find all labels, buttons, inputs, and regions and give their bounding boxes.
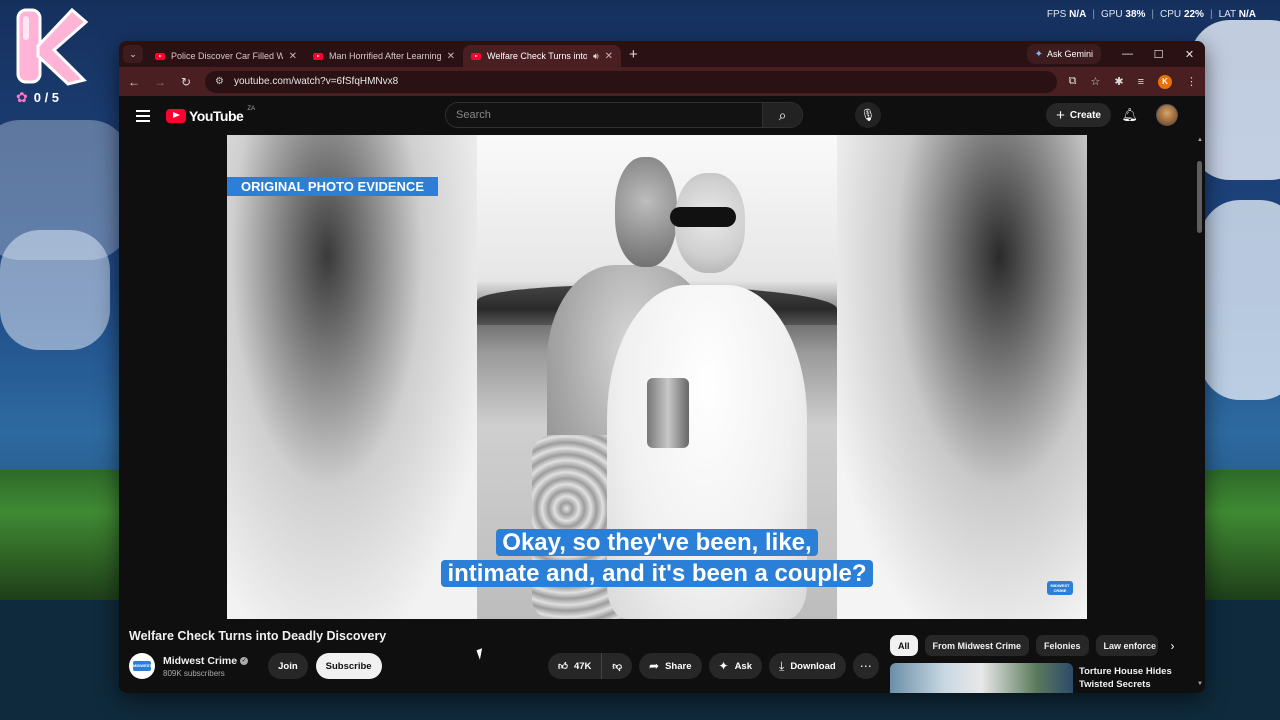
recommended-thumbnail[interactable] bbox=[890, 663, 1073, 693]
window-controls: — ☐ ✕ bbox=[1112, 41, 1205, 67]
share-arrow-icon: ➦ bbox=[649, 659, 660, 673]
close-tab-icon[interactable]: ✕ bbox=[605, 51, 613, 62]
more-actions-icon[interactable]: ⋯ bbox=[852, 653, 879, 679]
account-avatar[interactable] bbox=[1156, 104, 1178, 126]
chevron-right-icon[interactable]: › bbox=[1171, 639, 1175, 653]
verified-check-icon: ✓ bbox=[240, 656, 249, 665]
tab-search-button[interactable]: ⌄ bbox=[123, 45, 143, 63]
chip-felonies[interactable]: Felonies bbox=[1036, 635, 1089, 656]
scroll-down-icon[interactable]: ▼ bbox=[1197, 681, 1203, 687]
close-tab-icon[interactable]: ✕ bbox=[289, 51, 297, 62]
youtube-play-icon bbox=[166, 108, 186, 123]
speaker-icon[interactable]: 🔊︎ bbox=[593, 51, 599, 62]
k-widget-logo[interactable] bbox=[14, 6, 90, 86]
browser-window: ⌄ Police Discover Car Filled With ✕ Man … bbox=[119, 41, 1205, 693]
address-bar-row: ← → ↻ ⚙ youtube.com/watch?v=6fSfqHMNvx8 … bbox=[119, 67, 1205, 96]
download-icon: ⤓ bbox=[779, 658, 785, 673]
recommended-video[interactable]: Torture House Hides Twisted Secrets bbox=[890, 663, 1179, 693]
youtube-favicon-icon bbox=[471, 52, 481, 60]
scroll-up-icon[interactable]: ▲ bbox=[1197, 137, 1203, 143]
caption-line-1: Okay, so they've been, like, bbox=[496, 529, 818, 556]
video-player[interactable]: ORIGINAL PHOTO EVIDENCE Okay, so they've… bbox=[227, 135, 1087, 619]
share-button[interactable]: ➦ Share bbox=[639, 653, 702, 679]
create-button[interactable]: + Create bbox=[1046, 103, 1111, 127]
score-value: 0 / 5 bbox=[33, 90, 60, 105]
tab-police-discover[interactable]: Police Discover Car Filled With ✕ bbox=[147, 45, 305, 67]
thumbs-up-icon: 👍︎ bbox=[558, 661, 568, 672]
chip-all[interactable]: All bbox=[890, 635, 918, 656]
video-actions: 👍︎ 47K 👎︎ ➦ Share ✦ Ask ⤓ Download ⋯ bbox=[548, 653, 879, 679]
tab-strip: ⌄ Police Discover Car Filled With ✕ Man … bbox=[119, 41, 1205, 67]
like-button[interactable]: 👍︎ 47K bbox=[548, 653, 601, 679]
tab-man-horrified[interactable]: Man Horrified After Learning G ✕ bbox=[305, 45, 463, 67]
score-counter: ✿ 0 / 5 bbox=[16, 89, 59, 106]
bookmark-star-icon[interactable]: ☆ bbox=[1090, 75, 1100, 88]
join-button[interactable]: Join bbox=[268, 653, 308, 679]
chip-from-channel[interactable]: From Midwest Crime bbox=[924, 635, 1030, 656]
star-icon: ✿ bbox=[16, 89, 28, 105]
performance-hud: FPS N/A | GPU 38% | CPU 22% | LAT N/A bbox=[1046, 9, 1256, 20]
new-tab-button[interactable]: + bbox=[629, 46, 638, 63]
site-info-icon[interactable]: ⚙ bbox=[215, 76, 224, 87]
youtube-favicon-icon bbox=[155, 52, 165, 60]
tab-welfare-check[interactable]: Welfare Check Turns into D 🔊︎ ✕ bbox=[463, 45, 621, 67]
channel-name[interactable]: Midwest Crime ✓ bbox=[163, 655, 249, 667]
youtube-favicon-icon bbox=[313, 52, 323, 60]
subscriber-count: 809K subscribers bbox=[163, 668, 225, 678]
menu-kebab-icon[interactable]: ⋮ bbox=[1186, 75, 1197, 88]
profile-avatar[interactable]: K bbox=[1158, 74, 1172, 89]
search-box: ⌕ bbox=[445, 102, 803, 128]
maximize-icon[interactable]: ☐ bbox=[1143, 41, 1174, 67]
thumbs-down-icon: 👎︎ bbox=[612, 661, 623, 672]
page-scrollbar[interactable] bbox=[1197, 161, 1202, 233]
related-filter-chips: All From Midwest Crime Felonies Law enfo… bbox=[890, 635, 1175, 656]
channel-watermark[interactable]: MIDWEST CRIME bbox=[1047, 581, 1073, 595]
plus-icon: + bbox=[1056, 106, 1065, 124]
channel-avatar[interactable]: MIDWEST CRIME bbox=[129, 653, 155, 679]
back-arrow-icon[interactable]: ← bbox=[127, 75, 141, 89]
sparkle-icon: ✦ bbox=[718, 659, 729, 673]
evidence-overlay-label: ORIGINAL PHOTO EVIDENCE bbox=[227, 177, 438, 196]
dislike-button[interactable]: 👎︎ bbox=[601, 653, 632, 679]
minimize-icon[interactable]: — bbox=[1112, 41, 1143, 67]
install-app-icon[interactable]: ⧉ bbox=[1069, 75, 1077, 88]
cloud bbox=[1200, 200, 1280, 400]
hud-lat: LAT N/A bbox=[1218, 9, 1256, 20]
video-caption: Okay, so they've been, like, intimate an… bbox=[227, 527, 1087, 589]
notifications-bell-icon[interactable]: 🔔︎ bbox=[1121, 107, 1138, 123]
forward-arrow-icon[interactable]: → bbox=[153, 75, 167, 89]
cloud bbox=[0, 230, 110, 350]
close-tab-icon[interactable]: ✕ bbox=[447, 51, 455, 62]
search-input[interactable] bbox=[446, 103, 762, 127]
channel-owner-row: MIDWEST CRIME Midwest Crime ✓ 809K subsc… bbox=[129, 652, 382, 680]
gemini-spark-icon: ✦ bbox=[1034, 48, 1043, 60]
hamburger-menu-icon[interactable] bbox=[136, 109, 150, 122]
hud-fps: FPS N/A bbox=[1046, 9, 1087, 20]
close-window-icon[interactable]: ✕ bbox=[1174, 41, 1205, 67]
video-title: Welfare Check Turns into Deadly Discover… bbox=[129, 629, 387, 643]
caption-line-2: intimate and, and it's been a couple? bbox=[441, 560, 873, 587]
chip-law-enforcement[interactable]: Law enforce bbox=[1095, 635, 1158, 656]
like-dislike-group: 👍︎ 47K 👎︎ bbox=[548, 653, 633, 679]
search-icon[interactable]: ⌕ bbox=[762, 103, 802, 127]
url-field[interactable]: ⚙ youtube.com/watch?v=6fSfqHMNvx8 bbox=[205, 70, 1057, 93]
toolbar-actions: ⧉ ☆ ✱ ≡ K ⋮ bbox=[1069, 74, 1197, 89]
ask-gemini-button[interactable]: ✦ Ask Gemini bbox=[1026, 44, 1101, 64]
reload-icon[interactable]: ↻ bbox=[179, 75, 193, 89]
ask-button[interactable]: ✦ Ask bbox=[708, 653, 762, 679]
voice-search-mic-icon[interactable]: 🎙︎ bbox=[855, 102, 881, 128]
recommended-title[interactable]: Torture House Hides Twisted Secrets bbox=[1079, 663, 1179, 693]
youtube-logo[interactable]: YouTube ZA bbox=[166, 105, 255, 124]
download-button[interactable]: ⤓ Download bbox=[769, 653, 846, 679]
subscribe-button[interactable]: Subscribe bbox=[315, 653, 382, 679]
youtube-masthead: YouTube ZA ⌕ 🎙︎ + Create 🔔︎ bbox=[119, 96, 1205, 135]
extensions-icon[interactable]: ✱ bbox=[1114, 75, 1123, 88]
media-controls-icon[interactable]: ≡ bbox=[1138, 76, 1144, 88]
country-code: ZA bbox=[247, 105, 255, 112]
hud-cpu: CPU 22% bbox=[1160, 9, 1204, 20]
hud-gpu: GPU 38% bbox=[1100, 9, 1146, 20]
